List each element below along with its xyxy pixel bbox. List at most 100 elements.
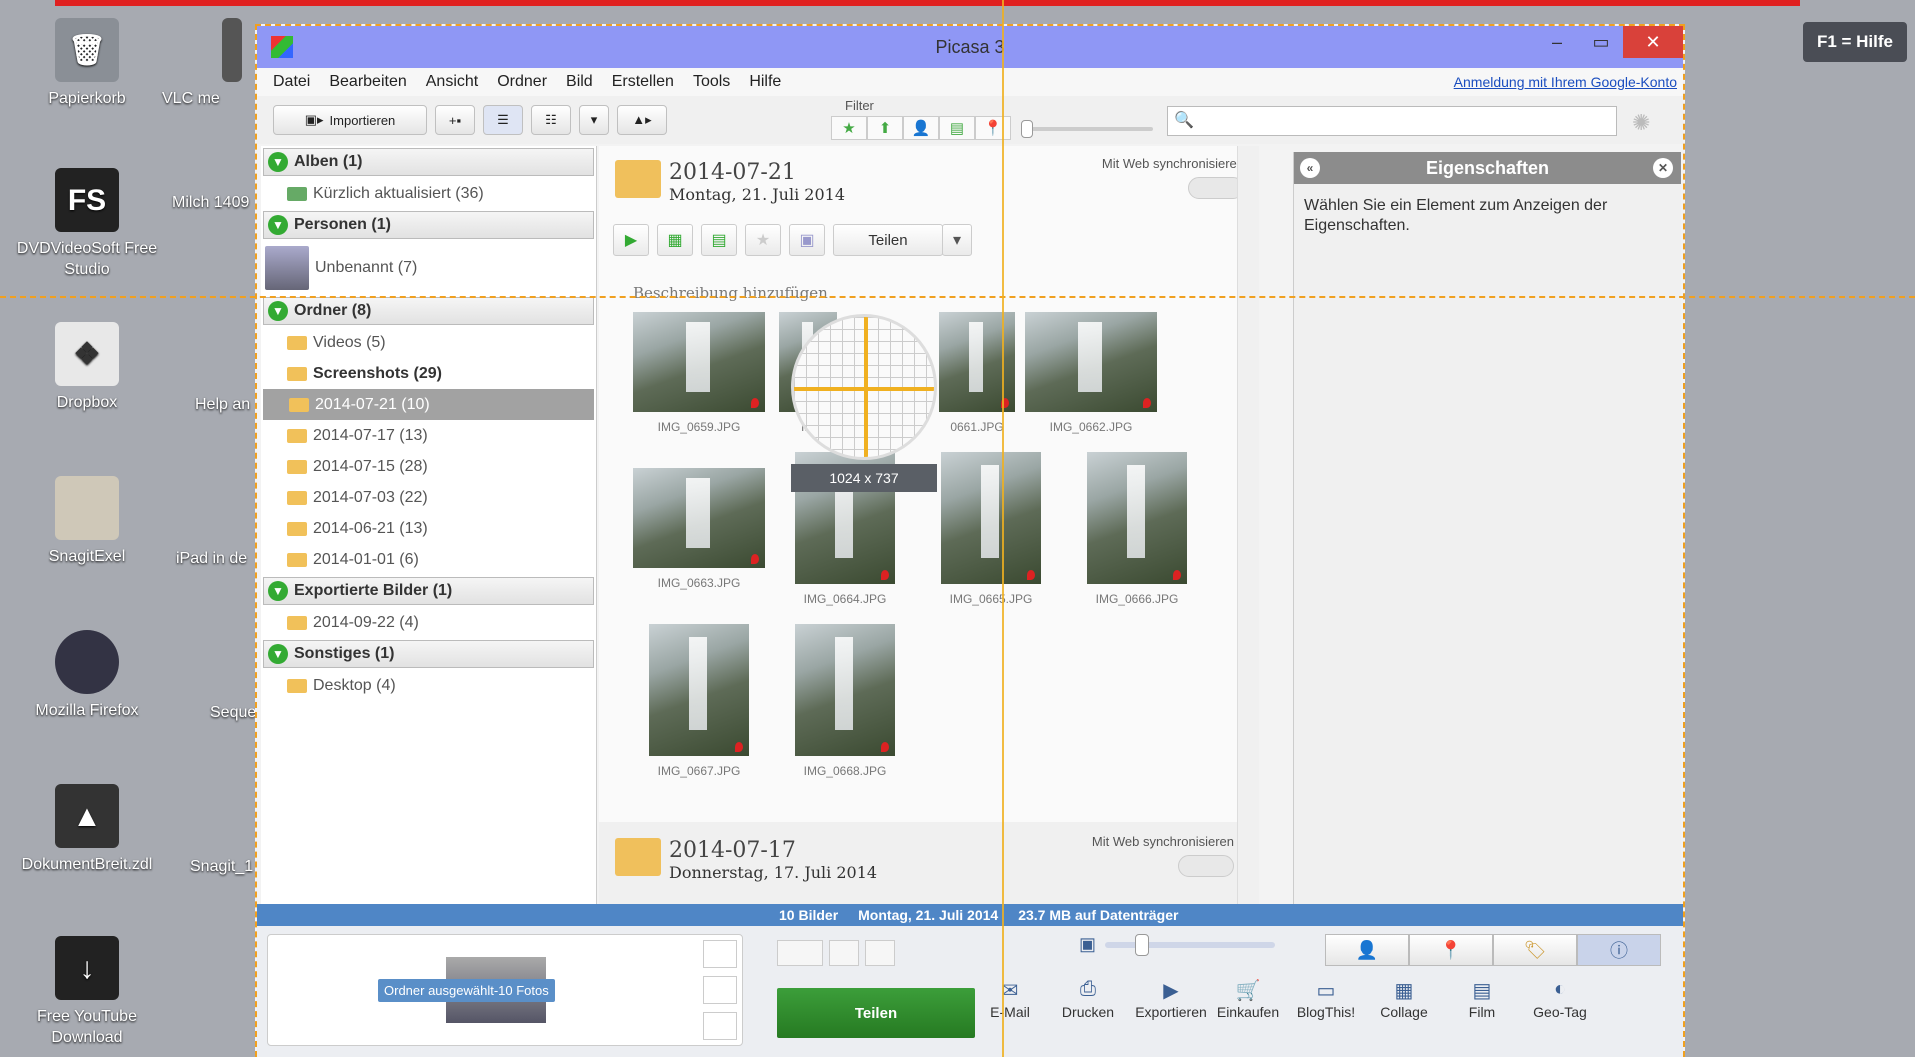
collage-bottom-button[interactable]: ▦ Collage xyxy=(1369,978,1439,1020)
save-icon: ▣ xyxy=(799,232,815,249)
menu-tools[interactable]: Tools xyxy=(693,73,730,91)
people-button[interactable]: ▲▸ xyxy=(617,105,667,135)
desktop-icon-ipad[interactable]: iPad in de xyxy=(176,548,256,569)
folder-item[interactable]: Videos (5) xyxy=(261,327,596,358)
minimize-button[interactable]: – xyxy=(1535,26,1579,58)
add-to-album-button[interactable]: +▪ xyxy=(435,105,475,135)
folder-item[interactable]: Desktop (4) xyxy=(261,670,596,701)
close-button[interactable]: ✕ xyxy=(1623,26,1683,58)
star-button[interactable]: ★ xyxy=(745,224,781,256)
desktop-icon-snagit[interactable]: Snagit_1 xyxy=(190,856,256,877)
pin-icon[interactable] xyxy=(703,940,737,968)
desktop-icon-firefox[interactable]: Mozilla Firefox xyxy=(12,630,162,721)
folder-item[interactable]: 2014-07-03 (22) xyxy=(261,482,596,513)
photo-thumbnail[interactable]: IMG_0665.JPG xyxy=(941,452,1041,606)
folder-item[interactable]: 2014-07-17 (13) xyxy=(261,420,596,451)
photo-thumbnail[interactable]: IMG_0662.JPG xyxy=(1025,312,1157,434)
desktop-icon-recycle-bin[interactable]: 🗑 Papierkorb xyxy=(12,18,162,109)
desktop-icon-seque[interactable]: Seque xyxy=(210,702,256,723)
menu-ansicht[interactable]: Ansicht xyxy=(426,73,478,91)
menu-bild[interactable]: Bild xyxy=(566,73,593,91)
filter-slider[interactable] xyxy=(1021,120,1153,138)
category-other[interactable]: ▼ Sonstiges (1) xyxy=(263,640,594,668)
geotag-button[interactable]: ◐ Geo-Tag xyxy=(1525,978,1595,1020)
desktop-icon-vlc[interactable]: VLC me xyxy=(162,18,252,109)
globe-icon: ◐ xyxy=(1553,978,1567,1000)
film-button[interactable]: ▤ Film xyxy=(1447,978,1517,1020)
clear-icon[interactable] xyxy=(703,976,737,1004)
rotate-right-icon[interactable] xyxy=(865,940,895,966)
google-login-link[interactable]: Anmeldung mit Ihrem Google-Konto xyxy=(1454,74,1677,90)
movie-filter-icon[interactable]: ▤ xyxy=(939,116,975,140)
photo-thumbnail[interactable]: IMG_0668.JPG xyxy=(795,624,895,778)
desktop-icon-help[interactable]: Help an xyxy=(195,394,255,415)
person-unnamed[interactable]: Unbenannt (7) xyxy=(261,241,596,295)
star-filter-icon[interactable]: ★ xyxy=(831,116,867,140)
folder-item[interactable]: 2014-01-01 (6) xyxy=(261,544,596,575)
photo-thumbnail[interactable]: IMG_0666.JPG xyxy=(1087,452,1187,606)
category-folders[interactable]: ▼ Ordner (8) xyxy=(263,297,594,325)
rotate-left-icon[interactable] xyxy=(829,940,859,966)
tags-panel-toggle[interactable]: 🏷 xyxy=(1493,934,1577,966)
face-filter-icon[interactable]: 👤 xyxy=(903,116,939,140)
folder-item[interactable]: Screenshots (29) xyxy=(261,358,596,389)
sync-toggle[interactable] xyxy=(1188,177,1244,199)
menu-datei[interactable]: Datei xyxy=(273,73,310,91)
share-button[interactable]: Teilen xyxy=(833,224,943,256)
category-people[interactable]: ▼ Personen (1) xyxy=(263,211,594,239)
desktop-icon-free-youtube-download[interactable]: ↓ Free YouTube Download xyxy=(12,936,162,1048)
capture-dimensions: 1024 x 737 xyxy=(791,464,937,492)
search-input[interactable]: 🔍 xyxy=(1167,106,1617,136)
upload-filter-icon[interactable]: ⬆ xyxy=(867,116,903,140)
thumbnail-size-slider[interactable] xyxy=(1105,934,1275,956)
folder-item[interactable]: 2014-06-21 (13) xyxy=(261,513,596,544)
desktop-icon-milch[interactable]: Milch 1409 xyxy=(172,192,252,213)
tree-view-button[interactable]: ☷ xyxy=(531,105,571,135)
people-panel-toggle[interactable]: 👤 xyxy=(1325,934,1409,966)
folder-item[interactable]: 2014-07-15 (28) xyxy=(261,451,596,482)
add-description[interactable]: Beschreibung hinzufügen xyxy=(633,284,828,302)
album-recent[interactable]: Kürzlich aktualisiert (36) xyxy=(261,178,596,209)
category-albums[interactable]: ▼ Alben (1) xyxy=(263,148,594,176)
play-slideshow-button[interactable]: ▶ xyxy=(613,224,649,256)
capture-guide-horizontal xyxy=(0,296,1915,298)
import-button[interactable]: ▣▸ Importieren xyxy=(273,105,427,135)
shop-button[interactable]: 🛒 Einkaufen xyxy=(1213,978,1283,1020)
desktop-icon-dokumentbreit[interactable]: ▲ DokumentBreit.zdl xyxy=(12,784,162,875)
photo-thumbnail[interactable]: IMG_0663.JPG xyxy=(633,468,765,590)
places-panel-toggle[interactable]: 📍 xyxy=(1409,934,1493,966)
maximize-button[interactable]: ▭ xyxy=(1579,26,1623,58)
star-icon[interactable] xyxy=(777,940,823,966)
folder-item[interactable]: 2014-09-22 (4) xyxy=(261,607,596,638)
menu-erstellen[interactable]: Erstellen xyxy=(612,73,674,91)
collapse-panel-icon[interactable]: « xyxy=(1300,158,1320,178)
save-button[interactable]: ▣ xyxy=(789,224,825,256)
photo-thumbnail[interactable]: IMG_0667.JPG xyxy=(649,624,749,778)
email-button[interactable]: ✉ E-Mail xyxy=(975,978,1045,1020)
collage-button[interactable]: ▦ xyxy=(657,224,693,256)
movie-button[interactable]: ▤ xyxy=(701,224,737,256)
menu-ordner[interactable]: Ordner xyxy=(497,73,547,91)
print-button[interactable]: ⎙ Drucken xyxy=(1053,978,1123,1020)
share-main-button[interactable]: Teilen xyxy=(777,988,975,1038)
blogthis-button[interactable]: ▭ BlogThis! xyxy=(1291,978,1361,1020)
list-view-button[interactable]: ☰ xyxy=(483,105,523,135)
category-exported[interactable]: ▼ Exportierte Bilder (1) xyxy=(263,577,594,605)
geotag-filter-icon[interactable]: 📍 xyxy=(975,116,1011,140)
folder-icon xyxy=(615,838,661,876)
menu-bearbeiten[interactable]: Bearbeiten xyxy=(329,73,406,91)
view-dropdown-button[interactable]: ▾ xyxy=(579,105,609,135)
desktop-icon-dropbox[interactable]: ❖ Dropbox xyxy=(12,322,162,413)
scrollbar[interactable] xyxy=(1237,146,1259,926)
folder-item-selected[interactable]: 2014-07-21 (10) xyxy=(263,389,594,420)
photo-thumbnail[interactable]: IMG_0659.JPG xyxy=(633,312,765,434)
export-button[interactable]: ▶ Exportieren xyxy=(1131,978,1211,1020)
menu-hilfe[interactable]: Hilfe xyxy=(749,73,781,91)
sync-toggle[interactable] xyxy=(1178,855,1234,877)
info-panel-toggle[interactable]: ⓘ xyxy=(1577,934,1661,966)
desktop-icon-snagitexel[interactable]: SnagitExel xyxy=(12,476,162,567)
album-add-icon[interactable] xyxy=(703,1012,737,1040)
share-dropdown-button[interactable]: ▾ xyxy=(942,224,972,256)
desktop-icon-dvdvideosoft[interactable]: FS DVDVideoSoft Free Studio xyxy=(12,168,162,280)
close-icon[interactable]: ✕ xyxy=(1653,158,1673,178)
